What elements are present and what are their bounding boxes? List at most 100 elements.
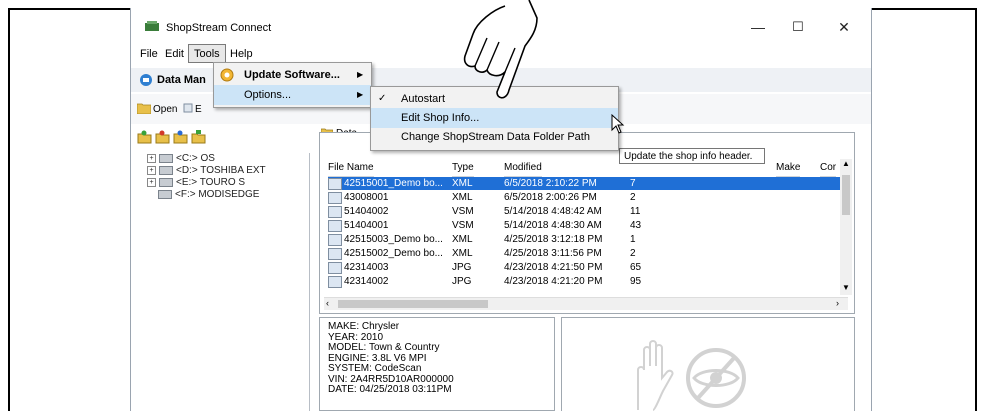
drive-icon bbox=[159, 153, 173, 163]
table-row[interactable]: 42314002 JPG 4/23/2018 4:21:20 PM 95 bbox=[328, 275, 848, 288]
file-count-cell: 11 bbox=[630, 206, 641, 217]
file-modified-cell: 4/25/2018 3:11:56 PM bbox=[504, 248, 602, 259]
folder-tree: + <C:> OS + <D:> TOSHIBA EXT + <E:> TOURO S… bbox=[131, 153, 310, 411]
file-type-cell: XML bbox=[452, 234, 473, 245]
file-icon bbox=[328, 276, 342, 288]
menu-help[interactable]: Help bbox=[230, 48, 253, 60]
file-modified-cell: 4/25/2018 3:12:18 PM bbox=[504, 234, 603, 245]
tree-item[interactable]: + <C:> OS bbox=[147, 153, 215, 164]
file-type-cell: JPG bbox=[452, 276, 472, 287]
scroll-thumb[interactable] bbox=[842, 175, 850, 215]
column-cor[interactable]: Cor bbox=[820, 159, 837, 177]
minimize-button[interactable]: — bbox=[741, 16, 775, 38]
window-title: ShopStream Connect bbox=[166, 22, 272, 34]
drive-icon bbox=[159, 177, 173, 187]
file-count-cell: 1 bbox=[630, 234, 636, 245]
menu-item-update-software[interactable]: Update Software... ▶ bbox=[214, 65, 371, 85]
file-name-cell: 51404001 bbox=[344, 220, 389, 231]
tree-item-label: <D:> TOSHIBA EXT bbox=[176, 165, 266, 176]
file-icon bbox=[328, 248, 342, 260]
toolbar-e-button[interactable]: E bbox=[195, 104, 202, 115]
scroll-left-icon[interactable]: ‹ bbox=[326, 298, 329, 308]
column-make[interactable]: Make bbox=[776, 159, 801, 177]
table-row[interactable]: 51404002 VSM 5/14/2018 4:48:42 AM 11 bbox=[328, 205, 848, 218]
table-row[interactable]: 51404001 VSM 5/14/2018 4:48:30 AM 43 bbox=[328, 219, 848, 232]
column-type[interactable]: Type bbox=[452, 159, 474, 177]
detail-make: MAKE: Chrysler bbox=[328, 321, 400, 332]
update-icon bbox=[220, 68, 234, 82]
file-modified-cell: 4/23/2018 4:21:50 PM bbox=[504, 262, 603, 273]
table-row[interactable]: 42515003_Demo bo... XML 4/25/2018 3:12:18 … bbox=[328, 233, 848, 246]
file-icon bbox=[328, 262, 342, 274]
mouse-cursor-icon bbox=[611, 114, 625, 134]
options-label: Options... bbox=[244, 89, 292, 101]
detail-date: DATE: 04/25/2018 03:11PM bbox=[328, 384, 452, 395]
file-name-cell: 42314002 bbox=[344, 276, 389, 287]
tree-item[interactable]: <F:> MODISEDGE bbox=[158, 189, 259, 200]
tree-item-label: <C:> OS bbox=[176, 153, 215, 164]
file-icon bbox=[328, 234, 342, 246]
file-type-cell: XML bbox=[452, 178, 473, 189]
tools-menu: Update Software... ▶ Options... ▶ bbox=[213, 62, 372, 108]
table-row[interactable]: 42515002_Demo bo... XML 4/25/2018 3:11:56 … bbox=[328, 247, 848, 260]
menu-item-options[interactable]: Options... ▶ bbox=[214, 85, 371, 105]
expand-icon[interactable]: + bbox=[147, 165, 156, 175]
folder-toolbar bbox=[135, 128, 311, 146]
file-name-cell: 42515003_Demo bo... bbox=[344, 234, 443, 245]
table-row[interactable]: 43008001 XML 6/5/2018 2:00:26 PM 2 bbox=[328, 191, 848, 204]
file-modified-cell: 5/14/2018 4:48:30 AM bbox=[504, 220, 602, 231]
data-manager-icon bbox=[140, 74, 152, 86]
data-manager-label[interactable]: Data Man bbox=[157, 74, 206, 86]
expand-icon[interactable]: + bbox=[147, 153, 156, 163]
horizontal-scrollbar[interactable]: ‹ › bbox=[324, 297, 848, 310]
menu-file[interactable]: File bbox=[140, 48, 158, 60]
file-type-cell: XML bbox=[452, 248, 473, 259]
file-modified-cell: 5/14/2018 4:48:42 AM bbox=[504, 206, 602, 217]
drive-icon bbox=[159, 165, 173, 175]
file-count-cell: 2 bbox=[630, 192, 636, 203]
autostart-label: Autostart bbox=[401, 93, 446, 105]
file-count-cell: 2 bbox=[630, 248, 636, 259]
change-folder-path-label: Change ShopStream Data Folder Path bbox=[401, 131, 590, 143]
scroll-right-icon[interactable]: › bbox=[836, 298, 839, 308]
tree-item-label: <F:> MODISEDGE bbox=[175, 189, 260, 200]
scroll-up-icon[interactable]: ▲ bbox=[842, 159, 850, 168]
open-button[interactable]: Open bbox=[153, 104, 177, 115]
close-button[interactable]: ✕ bbox=[827, 16, 861, 38]
menu-item-change-folder-path[interactable]: Change ShopStream Data Folder Path bbox=[371, 127, 618, 147]
submenu-arrow-icon: ▶ bbox=[357, 90, 364, 99]
table-row[interactable]: 42515001_Demo bo... XML 6/5/2018 2:10:22 P… bbox=[328, 177, 848, 190]
file-type-cell: VSM bbox=[452, 206, 474, 217]
menu-tools[interactable]: Tools bbox=[188, 44, 226, 63]
file-type-cell: XML bbox=[452, 192, 473, 203]
file-icon bbox=[328, 192, 342, 204]
column-file-name[interactable]: File Name bbox=[328, 159, 374, 177]
folder-action-icons[interactable] bbox=[137, 130, 211, 144]
table-row[interactable]: 42314003 JPG 4/23/2018 4:21:50 PM 65 bbox=[328, 261, 848, 274]
file-type-cell: JPG bbox=[452, 262, 472, 273]
menu-edit[interactable]: Edit bbox=[165, 48, 184, 60]
detail-model: MODEL: Town & Country bbox=[328, 342, 440, 353]
column-modified[interactable]: Modified bbox=[504, 159, 542, 177]
tree-item[interactable]: + <D:> TOSHIBA EXT bbox=[147, 165, 266, 176]
maximize-button[interactable]: ☐ bbox=[781, 16, 815, 38]
file-modified-cell: 6/5/2018 2:10:22 PM bbox=[504, 178, 597, 189]
update-software-label: Update Software... bbox=[244, 69, 340, 81]
file-icon bbox=[328, 206, 342, 218]
file-icon bbox=[328, 220, 342, 232]
expand-icon[interactable]: + bbox=[147, 177, 156, 187]
file-name-cell: 42515001_Demo bo... bbox=[344, 178, 443, 189]
file-count-cell: 65 bbox=[630, 262, 642, 273]
submenu-arrow-icon: ▶ bbox=[357, 70, 364, 79]
file-type-cell: VSM bbox=[452, 220, 474, 231]
file-list: File Name Type Modified Make Cor 4251500… bbox=[319, 132, 855, 314]
preview-pane bbox=[561, 317, 855, 411]
scroll-down-icon[interactable]: ▼ bbox=[842, 283, 850, 292]
tree-item-label: <E:> TOURO S bbox=[176, 177, 246, 188]
tree-item[interactable]: + <E:> TOURO S bbox=[147, 177, 245, 188]
file-name-cell: 43008001 bbox=[344, 192, 389, 203]
vertical-scrollbar[interactable]: ▲ ▼ bbox=[840, 159, 852, 295]
hscroll-thumb[interactable] bbox=[338, 300, 488, 308]
pointing-hand-icon bbox=[463, 0, 538, 99]
drive-icon bbox=[158, 189, 172, 199]
